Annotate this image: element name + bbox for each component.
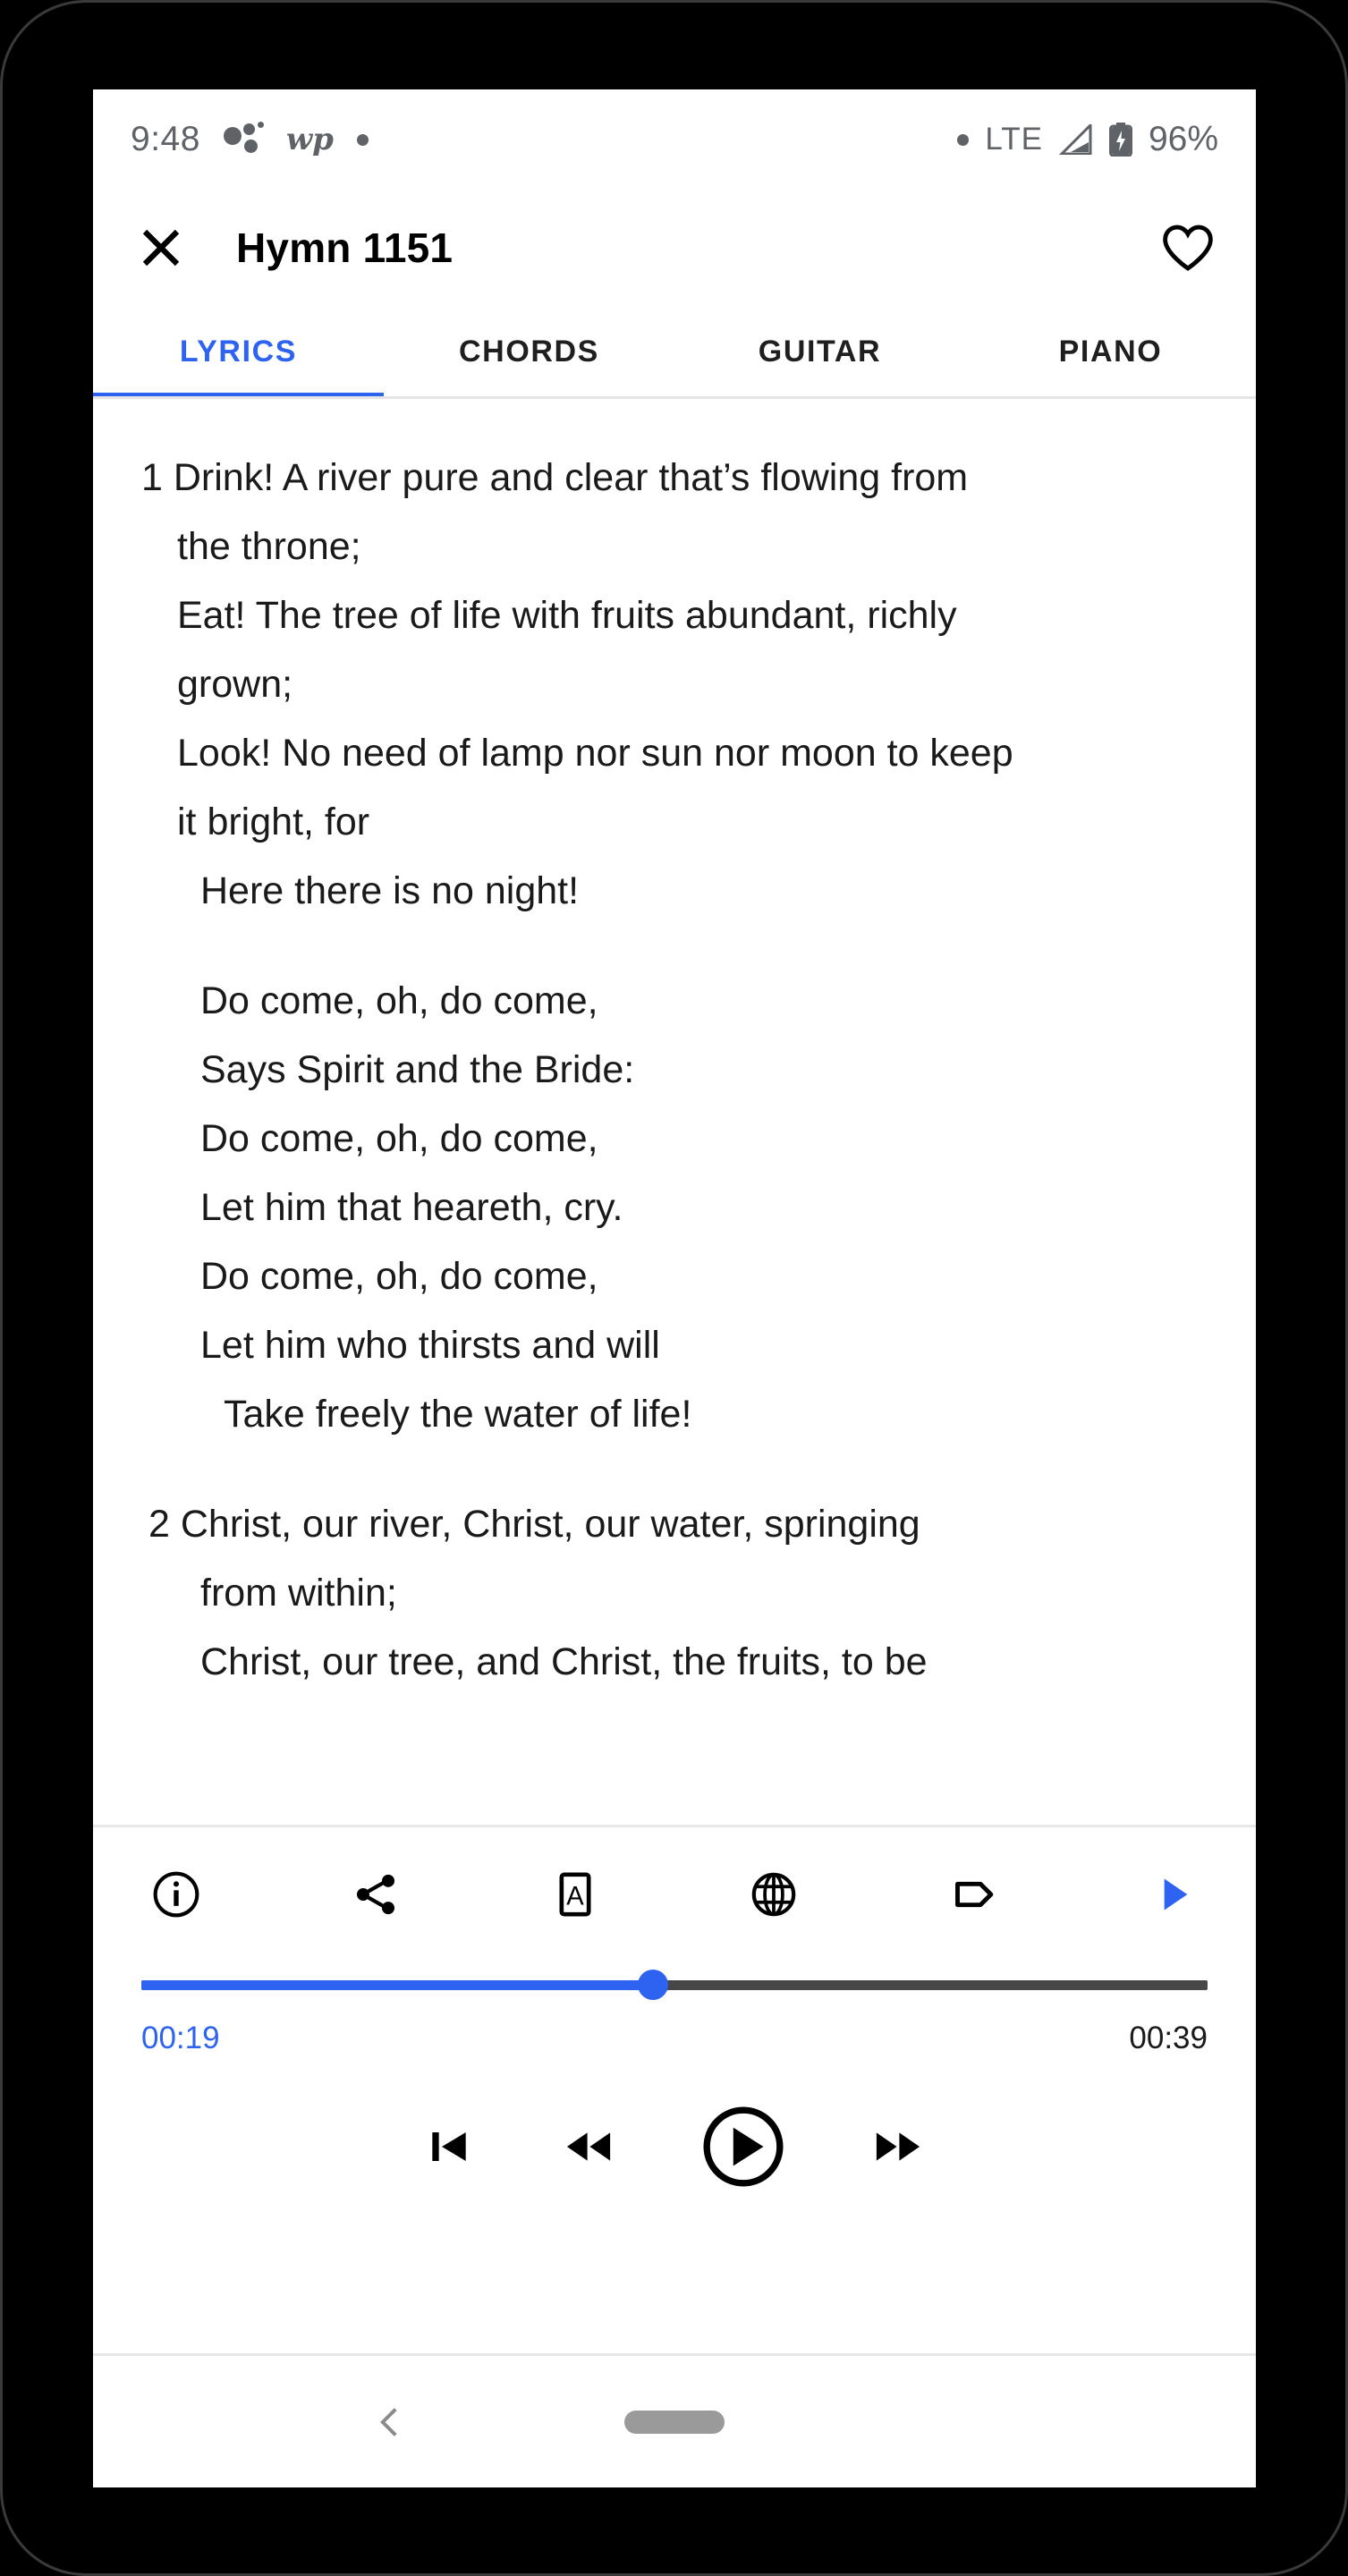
lyric-line: grown; [177,663,293,706]
lyric-line: 2 Christ, our river, Christ, our water, … [148,1503,920,1546]
lyric-line: from within; [200,1572,397,1614]
app-bar: Hymn 1151 [93,190,1256,306]
favorite-button[interactable] [1159,219,1217,276]
lyric-line: Christ, our tree, and Christ, the fruits… [200,1640,928,1683]
chorus: Do come, oh, do come, Says Spirit and th… [141,967,1208,1449]
network-type-label: LTE [985,122,1043,157]
verse-2: 2 Christ, our river, Christ, our water, … [141,1490,1208,1697]
rewind-button[interactable] [558,2116,619,2177]
tab-guitar[interactable]: GUITAR [674,306,965,397]
font-size-button[interactable]: A [540,1860,610,1929]
lyric-line: Eat! The tree of life with fruits abunda… [177,594,957,637]
lyric-line: the throne; [177,525,361,568]
lyric-line: Let him that heareth, cry. [200,1186,623,1229]
status-bar-left: 9:48 wp [131,120,369,159]
verse-1: 1 Drink! A river pure and clear that’s f… [141,444,1208,926]
lyric-line: Here there is no night! [200,869,580,912]
seek-bar[interactable] [141,1970,1208,2000]
dot-status-icon [957,133,970,146]
seek-fill [141,1980,654,1990]
status-time: 9:48 [131,120,200,158]
lyric-line: Do come, oh, do come, [200,1117,598,1160]
lyric-line: Let him who thirsts and will [200,1324,660,1367]
lyric-line: Do come, oh, do come, [200,979,598,1022]
close-button[interactable] [132,219,190,276]
signal-triangle-icon [1058,122,1093,156]
lyric-line: Take freely the water of life! [224,1393,692,1436]
lyric-line: Says Spirit and the Bride: [200,1048,635,1091]
dots-notification-icon [223,122,264,157]
play-circle-button[interactable] [699,2103,787,2190]
tab-lyrics[interactable]: LYRICS [93,306,384,397]
time-current: 00:19 [141,2021,220,2055]
device-frame: 9:48 wp LTE 96% Hymn 1151 LYRICS CHORDS … [0,0,1348,2576]
transport-controls [93,2103,1256,2190]
skip-previous-button[interactable] [420,2118,478,2175]
dot-notification-icon [356,133,369,146]
home-pill-icon[interactable] [624,2410,725,2434]
wp-washington-post-icon: wp [285,122,334,157]
play-arrow-button[interactable] [1138,1860,1208,1929]
lyric-line: it bright, for [177,801,370,843]
battery-charging-icon [1108,123,1132,157]
media-player: A 00:19 00:39 [93,1827,1256,2353]
battery-percent-label: 96% [1148,120,1218,158]
lyrics-content[interactable]: 1 Drink! A river pure and clear that’s f… [93,399,1256,1825]
player-action-row: A [93,1827,1256,1929]
status-bar-right: LTE 96% [957,120,1218,159]
info-button[interactable] [141,1860,211,1929]
fast-forward-button[interactable] [868,2116,928,2177]
status-bar: 9:48 wp LTE 96% [93,89,1256,190]
time-row: 00:19 00:39 [141,2021,1208,2056]
tab-bar: LYRICS CHORDS GUITAR PIANO [93,306,1256,397]
tab-piano[interactable]: PIANO [965,306,1256,397]
tab-chords[interactable]: CHORDS [384,306,674,397]
seek-thumb[interactable] [638,1970,669,2000]
lyric-line: Do come, oh, do come, [200,1255,598,1298]
lyric-line: Look! No need of lamp nor sun nor moon t… [177,732,1013,775]
lyric-line: 1 Drink! A river pure and clear that’s f… [141,456,969,499]
back-chevron-icon[interactable] [366,2397,416,2447]
tag-button[interactable] [938,1860,1008,1929]
system-nav-bar [93,2356,1256,2487]
time-total: 00:39 [1129,2021,1208,2055]
globe-button[interactable] [739,1860,809,1929]
share-button[interactable] [341,1860,411,1929]
svg-text:A: A [566,1883,584,1911]
phone-screen: 9:48 wp LTE 96% Hymn 1151 LYRICS CHORDS … [93,89,1256,2487]
page-title: Hymn 1151 [236,225,454,271]
